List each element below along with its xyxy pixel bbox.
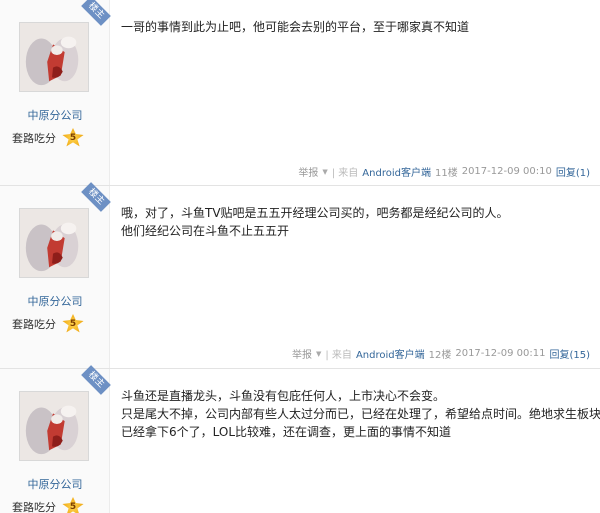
post-content: 斗鱼还是直播龙头，斗鱼没有包庇任何人，上市决心不会变。 只是尾大不掉，公司内部有… [121,387,600,441]
report-link[interactable]: 举报 [292,346,312,361]
post-line: 斗鱼还是直播龙头，斗鱼没有包庇任何人，上市决心不会变。 [121,389,446,403]
author-name[interactable]: 中原分公司 [0,293,110,309]
avatar[interactable] [19,208,89,278]
author-name[interactable]: 中原分公司 [0,476,110,492]
post-meta: 举报 ▼ | 来自 Android客户端 11楼 2017-12-09 00:1… [298,164,590,179]
client-link[interactable]: Android客户端 [356,346,425,361]
post-content: 一哥的事情到此为止吧，他可能会去别的平台，至于哪家真不知道 [121,18,590,36]
reply-link[interactable]: 回复(15) [549,346,590,361]
rank-label: 套路吃分 [12,132,56,145]
rank-level-icon: 5 [62,497,84,513]
avatar-image [20,209,88,277]
chevron-down-icon[interactable]: ▼ [322,168,327,176]
from-prefix: | 来自 [331,168,359,179]
post-line: 他们经纪公司在斗鱼不止五五开 [121,224,290,238]
author-rank: 套路吃分 5 [12,128,84,148]
post-line: 哦，对了，斗鱼TV贴吧是五五开经理公司买的，吧务都是经纪公司的人。 [121,206,509,220]
report-link[interactable]: 举报 [298,164,318,179]
reply-link[interactable]: 回复(1) [556,164,590,179]
post-time: 2017-12-09 00:10 [461,166,552,177]
author-rank: 套路吃分 5 [12,497,84,513]
post-line: 已经拿下6个了，LOL比较难，还在调查，更上面的事情不知道 [121,425,452,439]
avatar[interactable] [19,391,89,461]
floor-number: 12楼 [428,350,452,361]
avatar-image [20,392,88,460]
author-rank: 套路吃分 5 [12,314,84,334]
post-floor-11: 楼主 中原分公司 套路吃分 5 一哥的事情到此为止吧，他可能会去别的平台，至于哪… [0,0,600,186]
author-panel: 楼主 中原分公司 套路吃分 5 [0,0,111,185]
chevron-down-icon[interactable]: ▼ [316,350,321,358]
avatar[interactable] [19,22,89,92]
post-line: 只是尾大不掉，公司内部有些人太过分而已，已经在处理了，希望给点时间。绝地求生板块 [121,407,600,421]
from-prefix: | 来自 [325,350,352,361]
floor-number: 11楼 [434,168,458,179]
client-link[interactable]: Android客户端 [362,164,431,179]
author-panel: 楼主 中原分公司 套路吃分 5 [0,365,111,513]
author-name[interactable]: 中原分公司 [0,107,110,123]
post-meta: 举报 ▼ | 来自 Android客户端 12楼 2017-12-09 00:1… [292,346,590,361]
rank-level-icon: 5 [62,314,84,333]
post-floor-12: 楼主 中原分公司 套路吃分 5 哦，对了，斗鱼TV贴吧是五五开经理公司买的，吧务… [0,182,600,369]
avatar-image [20,23,88,91]
post-time: 2017-12-09 00:11 [455,348,546,359]
rank-label: 套路吃分 [12,318,56,331]
post-content: 哦，对了，斗鱼TV贴吧是五五开经理公司买的，吧务都是经纪公司的人。 他们经纪公司… [121,204,590,240]
post-floor-13: 楼主 中原分公司 套路吃分 5 斗鱼还是直播龙头，斗鱼没有包庇任何人，上市决心不… [0,365,600,513]
rank-level-icon: 5 [62,128,84,147]
post-line: 一哥的事情到此为止吧，他可能会去别的平台，至于哪家真不知道 [121,20,470,34]
author-panel: 楼主 中原分公司 套路吃分 5 [0,182,111,368]
rank-label: 套路吃分 [12,501,56,513]
